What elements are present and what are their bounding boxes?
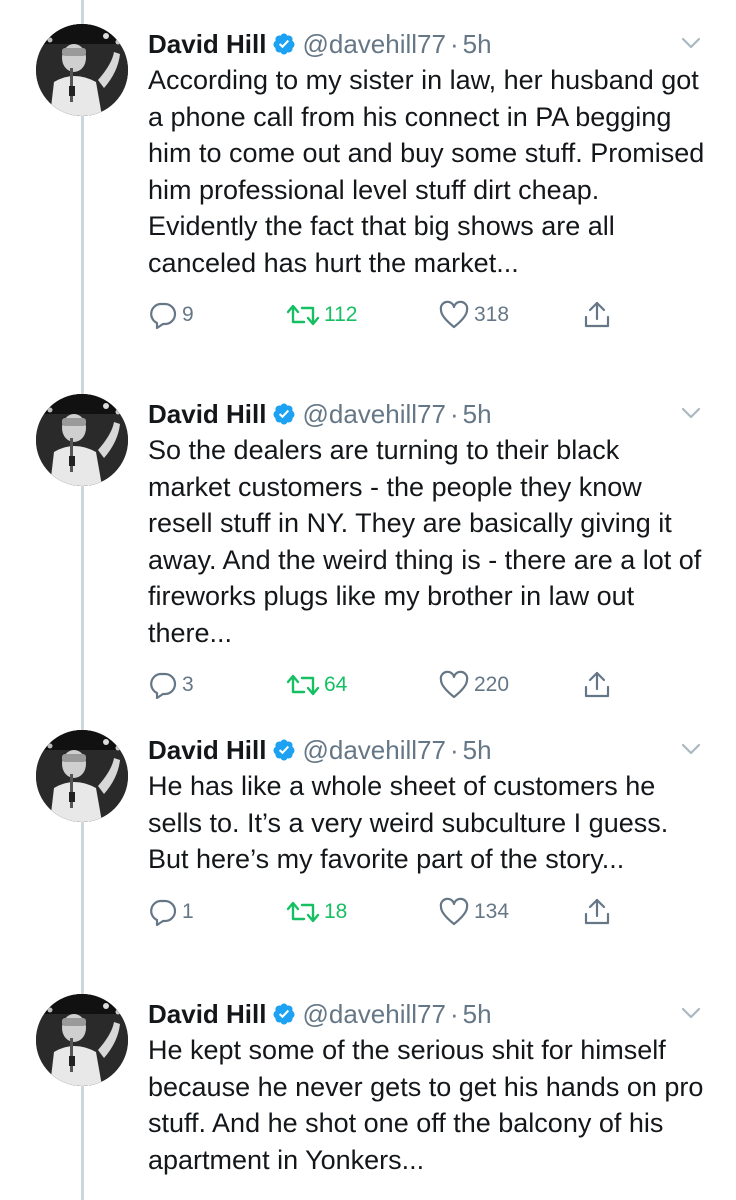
retweet-count: 112 [324, 303, 358, 326]
avatar-photo [36, 24, 128, 116]
retweet-icon [286, 304, 320, 326]
separator-dot: · [449, 28, 459, 59]
share-icon [584, 301, 610, 328]
tweet-header: David Hill @davehill77 · 5h [148, 394, 708, 434]
verified-badge-icon [273, 739, 295, 761]
avatar-photo [36, 394, 128, 486]
separator-dot: · [449, 398, 459, 429]
retweet-icon [286, 901, 320, 922]
retweet-count: 18 [324, 899, 348, 923]
timestamp[interactable]: 5h [463, 29, 492, 60]
like-button[interactable]: 134 [438, 892, 509, 932]
separator-dot: · [449, 734, 459, 765]
avatar-photo [36, 994, 128, 1086]
reply-icon [150, 302, 177, 330]
reply-count: 1 [182, 899, 194, 923]
display-name[interactable]: David Hill [148, 399, 266, 430]
reply-icon [150, 672, 177, 700]
avatar-photo [36, 730, 128, 822]
heart-icon [439, 300, 469, 329]
user-handle[interactable]: @davehill77 [302, 999, 445, 1030]
share-icon [584, 671, 610, 698]
verified-badge-icon [273, 33, 295, 55]
reply-count: 3 [182, 673, 194, 696]
like-count: 134 [474, 899, 510, 923]
reply-button[interactable]: 3 [148, 665, 194, 705]
display-name[interactable]: David Hill [148, 29, 266, 60]
chevron-down-icon[interactable] [678, 30, 704, 56]
tweet-text: According to my sister in law, her husba… [148, 65, 705, 278]
retweet-button[interactable]: 64 [286, 665, 347, 705]
reply-button[interactable]: 9 [148, 295, 194, 335]
tweet-actions: 3 64 220 [148, 665, 708, 709]
tweet-text: He kept some of the serious shit for him… [148, 1035, 704, 1175]
verified-badge-icon [273, 403, 295, 425]
share-button[interactable] [582, 892, 612, 932]
chevron-down-icon[interactable] [678, 400, 704, 426]
heart-icon [439, 897, 469, 925]
timestamp[interactable]: 5h [463, 735, 492, 766]
tweet-actions: 1 18 134 [148, 892, 708, 936]
timestamp[interactable]: 5h [463, 399, 492, 430]
retweet-button[interactable]: 18 [286, 892, 347, 932]
retweet-icon [286, 674, 320, 696]
tweet-text: So the dealers are turning to their blac… [148, 435, 702, 648]
share-button[interactable] [582, 665, 612, 705]
separator-dot: · [449, 998, 459, 1029]
share-button[interactable] [582, 295, 612, 335]
avatar[interactable] [36, 394, 128, 486]
verified-badge-icon [273, 1003, 295, 1025]
reply-icon [150, 899, 177, 926]
retweet-count: 64 [324, 673, 348, 696]
heart-icon [439, 670, 469, 699]
like-button[interactable]: 318 [438, 295, 509, 335]
reply-count: 9 [182, 303, 194, 326]
user-handle[interactable]: @davehill77 [302, 399, 445, 430]
avatar[interactable] [36, 730, 128, 822]
tweet-header: David Hill @davehill77 · 5h [148, 994, 708, 1034]
tweet-actions: 9 112 318 [148, 295, 708, 339]
share-icon [584, 898, 610, 924]
tweet-header: David Hill @davehill77 · 5h [148, 24, 708, 64]
user-handle[interactable]: @davehill77 [302, 29, 445, 60]
like-count: 318 [474, 303, 510, 326]
tweet-text: He has like a whole sheet of customers h… [148, 771, 669, 874]
reply-button[interactable]: 1 [148, 892, 194, 932]
user-handle[interactable]: @davehill77 [302, 735, 445, 766]
display-name[interactable]: David Hill [148, 999, 266, 1030]
tweet-header: David Hill @davehill77 · 5h [148, 730, 708, 770]
retweet-button[interactable]: 112 [286, 295, 357, 335]
avatar[interactable] [36, 24, 128, 116]
chevron-down-icon[interactable] [678, 736, 704, 762]
timestamp[interactable]: 5h [463, 999, 492, 1030]
avatar[interactable] [36, 994, 128, 1086]
like-count: 220 [474, 673, 510, 696]
like-button[interactable]: 220 [438, 665, 509, 705]
display-name[interactable]: David Hill [148, 735, 266, 766]
chevron-down-icon[interactable] [678, 1000, 704, 1026]
